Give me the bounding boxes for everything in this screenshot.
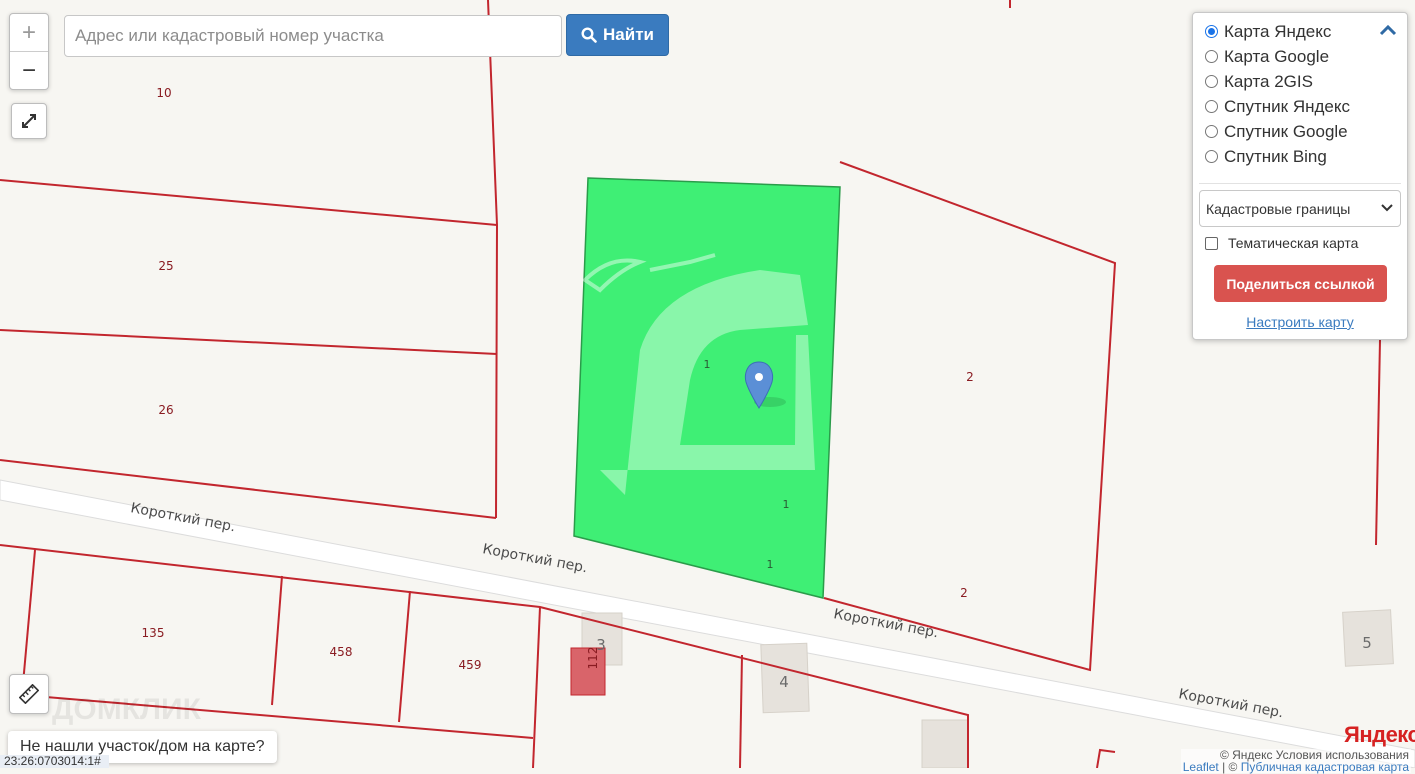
fullscreen-button[interactable] [11,103,47,139]
base-layer-list: Карта Яндекс Карта Google Карта 2GIS Спу… [1193,13,1407,169]
house-number: 3 [596,636,606,654]
chevron-down-icon [1381,204,1393,212]
layer-option-yandex-satellite[interactable]: Спутник Яндекс [1193,94,1407,119]
expand-icon [22,114,36,128]
parcel-label: 135 [142,626,165,640]
parcel-label: 458 [330,645,353,659]
zoom-out-button[interactable]: − [10,52,48,89]
overlay-select-value: Кадастровые границы [1206,200,1351,217]
configure-map-link[interactable]: Настроить карту [1193,314,1407,330]
attribution-separator: | © [1218,760,1241,774]
chevron-up-icon[interactable] [1379,23,1397,37]
parcel-label: 2 [966,370,974,384]
radio-icon [1205,75,1218,88]
layer-option-label: Карта Яндекс [1224,21,1332,41]
radio-icon [1205,100,1218,113]
house-number: 5 [1362,634,1372,652]
search-button-label: Найти [603,25,654,44]
share-link-button[interactable]: Поделиться ссылкой [1214,265,1387,302]
ruler-icon [19,684,39,704]
parcel-label: 10 [156,86,171,100]
layers-panel: Карта Яндекс Карта Google Карта 2GIS Спу… [1192,12,1408,340]
layer-option-label: Спутник Google [1224,121,1348,141]
domclick-watermark: ДОМКЛИК [52,693,201,726]
zoom-control: + − [9,13,49,90]
measure-button[interactable] [9,674,49,714]
radio-icon [1205,125,1218,138]
parcel-label: 26 [158,403,173,417]
cadastral-number-label: 23:26:0703014:1# [0,755,109,768]
layer-option-label: Карта Google [1224,46,1330,66]
pkk-link[interactable]: Публичная кадастровая карта [1241,760,1409,774]
search-input[interactable] [64,15,562,57]
building [921,719,969,768]
radio-icon [1205,150,1218,163]
layer-option-label: Спутник Bing [1224,146,1327,166]
thematic-map-toggle[interactable]: Тематическая карта [1205,235,1358,251]
parcel-label: 2 [960,586,968,600]
leaflet-link[interactable]: Leaflet [1183,760,1219,774]
thematic-map-label: Тематическая карта [1228,235,1359,251]
parcel-label: 459 [459,658,482,672]
layer-option-bing-satellite[interactable]: Спутник Bing [1193,144,1407,169]
layer-option-label: Спутник Яндекс [1224,96,1350,116]
house-number: 4 [779,673,789,691]
checkbox-icon [1205,236,1218,250]
parcel-label: 1 [704,358,711,371]
layer-option-yandex-map[interactable]: Карта Яндекс [1193,19,1407,44]
search-icon [581,27,597,43]
radio-icon [1205,50,1218,63]
layer-option-google-satellite[interactable]: Спутник Google [1193,119,1407,144]
layer-option-2gis-map[interactable]: Карта 2GIS [1193,69,1407,94]
search-button[interactable]: Найти [566,14,669,56]
layer-option-label: Карта 2GIS [1224,71,1313,91]
overlay-select[interactable]: Кадастровые границы [1199,190,1401,227]
parcel-label: 1 [783,498,790,511]
parcel-label: 1 [767,558,774,571]
zoom-in-button[interactable]: + [10,14,48,52]
yandex-logo: Яндекс [1344,722,1415,747]
map-attribution: © Яндекс Условия использования Leaflet |… [1180,749,1411,774]
parcel-label: 25 [158,259,173,273]
divider [1199,183,1401,184]
radio-icon [1205,25,1218,38]
layer-option-google-map[interactable]: Карта Google [1193,44,1407,69]
